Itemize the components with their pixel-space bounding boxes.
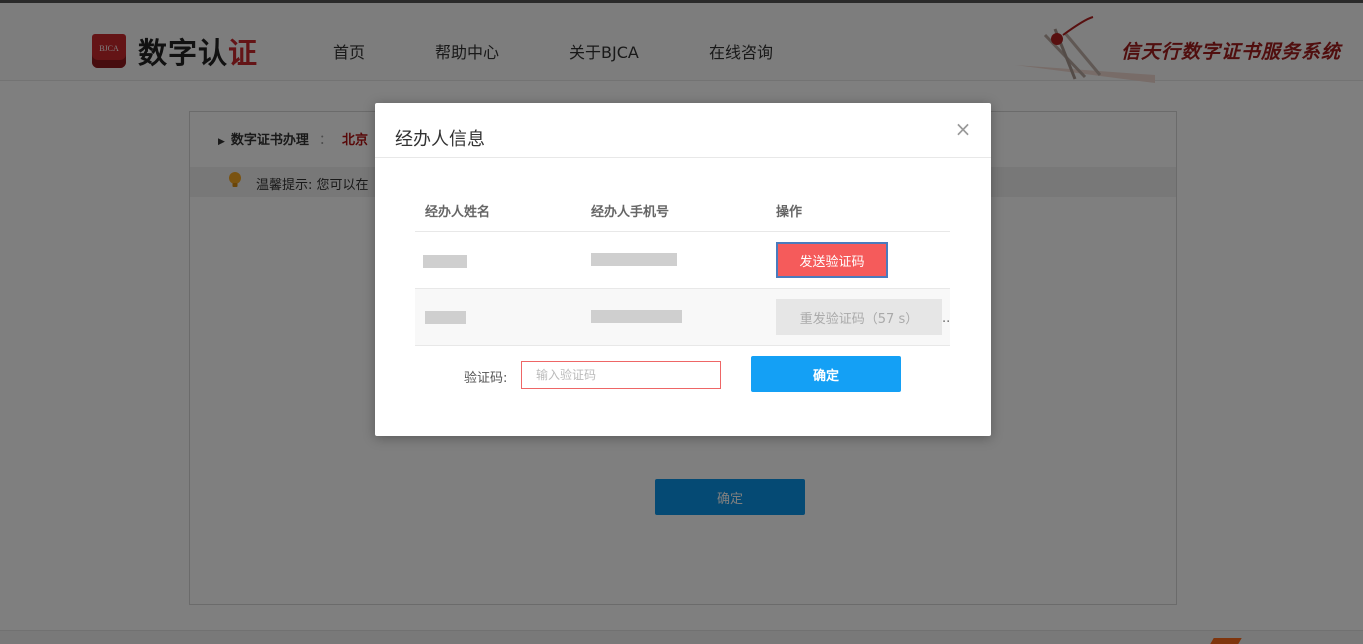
close-icon[interactable]: × bbox=[953, 119, 973, 139]
send-code-button[interactable]: 发送验证码 bbox=[776, 242, 888, 278]
redacted-name bbox=[425, 311, 466, 324]
operator-info-dialog: 经办人信息 × 经办人姓名 经办人手机号 操作 发送验证码 重发验证码（57 s… bbox=[375, 103, 991, 436]
col-header-name: 经办人姓名 bbox=[425, 205, 491, 220]
redacted-name bbox=[423, 255, 467, 268]
overflow-ellipsis: .. bbox=[942, 311, 951, 326]
resend-code-button: 重发验证码（57 s） bbox=[776, 299, 942, 335]
redacted-phone bbox=[591, 310, 682, 323]
verification-code-input[interactable] bbox=[521, 361, 721, 389]
table-divider bbox=[415, 345, 950, 346]
code-label: 验证码: bbox=[464, 371, 508, 386]
dialog-divider bbox=[375, 157, 991, 158]
col-header-action: 操作 bbox=[776, 205, 803, 220]
redacted-phone bbox=[591, 253, 677, 266]
dialog-title: 经办人信息 bbox=[395, 129, 485, 150]
dialog-confirm-button[interactable]: 确定 bbox=[751, 356, 901, 392]
col-header-phone: 经办人手机号 bbox=[591, 205, 670, 220]
table-divider bbox=[415, 231, 950, 232]
